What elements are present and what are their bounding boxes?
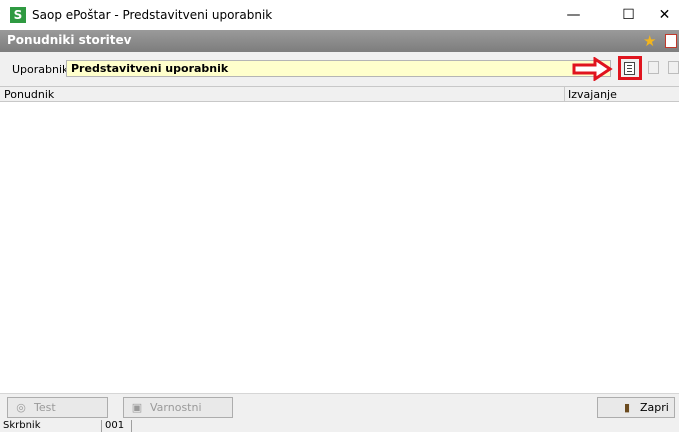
export-icon[interactable] (665, 34, 677, 48)
user-label: Uporabnik (12, 63, 69, 76)
window-title: Saop ePoštar - Predstavitveni uporabnik (32, 8, 273, 22)
test-button-label: Test (34, 401, 56, 414)
status-user: Skrbnik (0, 420, 102, 432)
section-header: Ponudniki storitev ★ (0, 30, 679, 52)
close-button-label: Zapri (640, 401, 669, 414)
column-header-ponudnik[interactable]: Ponudnik (4, 88, 54, 101)
minimize-button[interactable]: — (551, 0, 596, 30)
grid-header: Ponudnik Izvajanje (0, 86, 679, 102)
status-bar: Skrbnik 001 (0, 420, 679, 432)
maximize-button[interactable]: ☐ (606, 0, 651, 30)
edit-icon (648, 61, 659, 74)
user-field[interactable]: Predstavitveni uporabnik (66, 60, 611, 77)
favorite-star-icon[interactable]: ★ (643, 33, 656, 49)
status-code: 001 (102, 420, 132, 432)
globe-icon: ◎ (16, 401, 26, 414)
column-header-izvajanje[interactable]: Izvajanje (568, 88, 617, 101)
lock-icon: ▣ (131, 401, 143, 414)
test-button[interactable]: ◎ Test (7, 397, 108, 418)
section-title: Ponudniki storitev (7, 33, 132, 47)
red-arrow-icon (572, 57, 613, 81)
column-divider[interactable] (564, 87, 565, 101)
grid-body[interactable] (0, 102, 679, 393)
title-bar: S Saop ePoštar - Predstavitveni uporabni… (0, 0, 679, 30)
door-icon: ▮ (623, 401, 631, 414)
button-bar: ◎ Test ▣Varnostni sistem ▮ Zapri (0, 393, 679, 433)
security-system-button[interactable]: ▣Varnostni sistem (123, 397, 233, 433)
user-toolbar: Uporabnik Predstavitveni uporabnik (0, 52, 679, 86)
close-window-button[interactable]: ▮ Zapri (597, 397, 675, 418)
new-document-icon[interactable] (624, 62, 635, 75)
delete-icon (668, 61, 679, 74)
app-icon: S (10, 7, 26, 23)
close-button[interactable]: ✕ (650, 0, 679, 30)
status-empty (132, 420, 679, 432)
